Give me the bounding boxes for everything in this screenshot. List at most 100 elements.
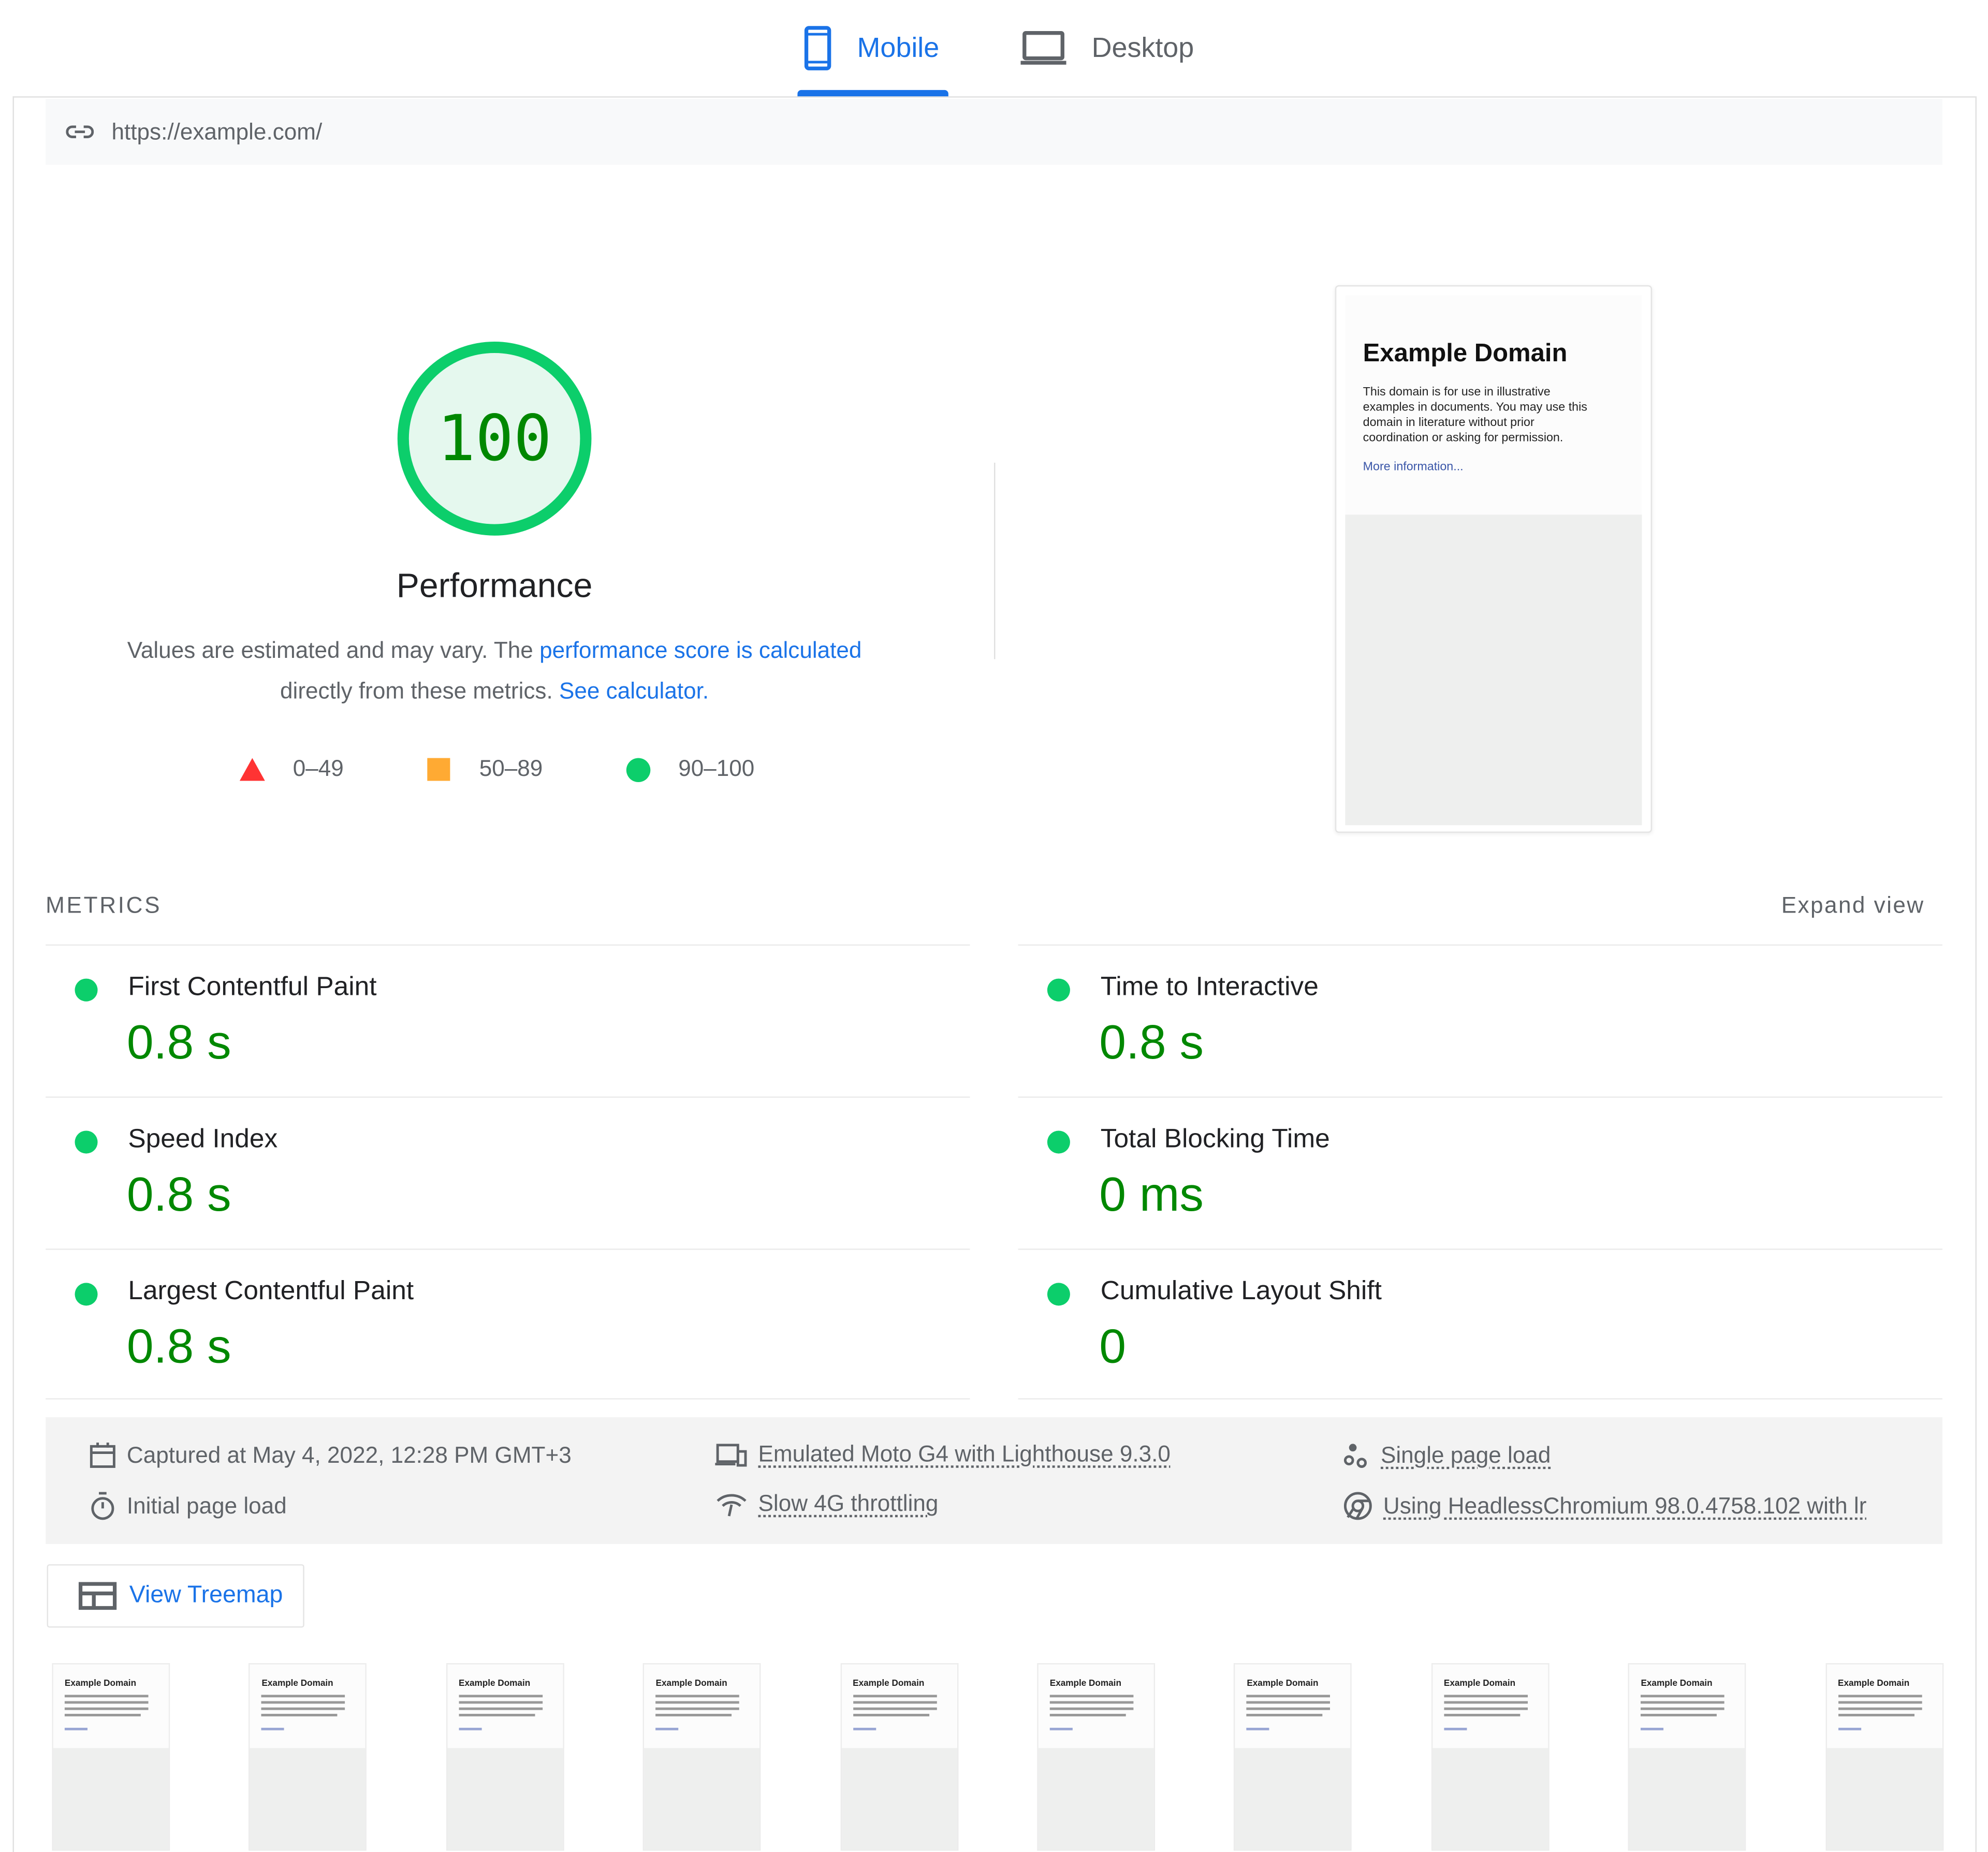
active-tab-indicator bbox=[797, 90, 948, 97]
metric-item: Total Blocking Time 0 ms bbox=[1018, 1096, 1942, 1248]
screenshot-link: More information... bbox=[1363, 460, 1464, 474]
metric-item: Speed Index 0.8 s bbox=[46, 1096, 970, 1248]
metric-label: Speed Index bbox=[128, 1124, 278, 1154]
filmstrip-frame: Example Domain bbox=[643, 1663, 761, 1851]
metric-value: 0 ms bbox=[1099, 1168, 1204, 1222]
top-border bbox=[12, 96, 1976, 98]
metric-value: 0.8 s bbox=[126, 1168, 231, 1222]
calendar-icon bbox=[90, 1442, 115, 1468]
browser-info[interactable]: Using HeadlessChromium 98.0.4758.102 wit… bbox=[1342, 1491, 1866, 1521]
captured-text: Captured at May 4, 2022, 12:28 PM GMT+3 bbox=[126, 1442, 572, 1467]
phone-icon bbox=[804, 26, 831, 70]
expand-view-toggle[interactable]: Expand view bbox=[1781, 892, 1925, 919]
score-calculated-link[interactable]: performance score is calculated bbox=[539, 638, 861, 663]
metric-value: 0.8 s bbox=[126, 1320, 231, 1374]
filmstrip-frame: Example Domain bbox=[1628, 1663, 1746, 1851]
score-description: Values are estimated and may vary. The p… bbox=[51, 630, 938, 711]
frame-title: Example Domain bbox=[64, 1679, 137, 1689]
metric-value: 0.8 s bbox=[126, 1017, 231, 1070]
filmstrip-frame: Example Domain bbox=[52, 1663, 170, 1851]
desc-text-1: Values are estimated and may vary. The bbox=[127, 637, 540, 663]
frame-title: Example Domain bbox=[459, 1679, 531, 1689]
metrics-bottom-border-left bbox=[46, 1398, 970, 1400]
pass-dot-icon bbox=[75, 1283, 98, 1306]
url-bar: https://example.com/ bbox=[46, 99, 1942, 165]
metrics-bottom-border-right bbox=[1018, 1398, 1942, 1400]
session-info[interactable]: Single page load bbox=[1342, 1442, 1551, 1469]
pass-circle-icon bbox=[626, 758, 651, 783]
single-session-icon bbox=[1343, 1444, 1367, 1468]
metric-value: 0 bbox=[1099, 1320, 1127, 1374]
screenshot-title: Example Domain bbox=[1363, 340, 1568, 368]
metric-item: Cumulative Layout Shift 0 bbox=[1018, 1248, 1942, 1401]
filmstrip-frame: Example Domain bbox=[248, 1663, 367, 1851]
run-info-panel: Captured at May 4, 2022, 12:28 PM GMT+3 … bbox=[46, 1417, 1942, 1544]
filmstrip-frame: Example Domain bbox=[1037, 1663, 1156, 1851]
metric-label: First Contentful Paint bbox=[128, 972, 377, 1002]
legend-pass: 90–100 bbox=[678, 755, 755, 781]
metric-item: First Contentful Paint 0.8 s bbox=[46, 944, 970, 1097]
metric-item: Time to Interactive 0.8 s bbox=[1018, 944, 1942, 1097]
final-screenshot[interactable]: Example Domain This domain is for use in… bbox=[1335, 285, 1653, 833]
filmstrip-frame: Example Domain bbox=[840, 1663, 958, 1851]
pass-dot-icon bbox=[1047, 1130, 1070, 1154]
view-treemap-label: View Treemap bbox=[129, 1582, 283, 1609]
tab-mobile[interactable]: Mobile bbox=[804, 23, 940, 74]
desc-text-2: directly from these metrics. bbox=[280, 678, 559, 704]
frame-title: Example Domain bbox=[853, 1679, 925, 1689]
filmstrip-frame: Example Domain bbox=[1825, 1663, 1943, 1851]
tab-desktop-label: Desktop bbox=[1091, 32, 1194, 64]
frame-title: Example Domain bbox=[261, 1679, 333, 1689]
pass-dot-icon bbox=[75, 978, 98, 1002]
legend-fail: 0–49 bbox=[293, 755, 344, 781]
signal-icon bbox=[717, 1493, 747, 1516]
pass-dot-icon bbox=[1047, 978, 1070, 1002]
treemap-icon bbox=[78, 1582, 117, 1610]
laptop-icon bbox=[1020, 31, 1066, 65]
filmstrip-frame: Example Domain bbox=[1234, 1663, 1352, 1851]
browser-text[interactable]: Using HeadlessChromium 98.0.4758.102 wit… bbox=[1383, 1493, 1867, 1519]
fail-triangle-icon bbox=[239, 758, 265, 781]
tab-mobile-label: Mobile bbox=[857, 32, 940, 64]
legend-average: 50–89 bbox=[479, 755, 543, 781]
right-border bbox=[1975, 96, 1977, 1852]
filmstrip-frame: Example Domain bbox=[1431, 1663, 1550, 1851]
divider bbox=[994, 462, 996, 659]
frame-title: Example Domain bbox=[1838, 1679, 1910, 1689]
tab-desktop[interactable]: Desktop bbox=[1020, 23, 1194, 74]
link-icon bbox=[66, 125, 94, 138]
devices-icon bbox=[715, 1443, 747, 1466]
url-text: https://example.com/ bbox=[111, 118, 323, 144]
average-square-icon bbox=[427, 758, 450, 781]
pass-dot-icon bbox=[1047, 1283, 1070, 1306]
score-title: Performance bbox=[396, 566, 593, 605]
throttling-info[interactable]: Slow 4G throttling bbox=[715, 1491, 938, 1517]
metric-value: 0.8 s bbox=[1099, 1017, 1204, 1070]
captured-info: Captured at May 4, 2022, 12:28 PM GMT+3 bbox=[89, 1442, 572, 1469]
metric-label: Time to Interactive bbox=[1100, 972, 1319, 1002]
left-border bbox=[12, 96, 14, 1852]
filmstrip-frame: Example Domain bbox=[446, 1663, 564, 1851]
screenshot-body: This domain is for use in illustrative e… bbox=[1363, 385, 1587, 445]
frame-title: Example Domain bbox=[1641, 1679, 1713, 1689]
score-value: 100 bbox=[437, 402, 552, 476]
frame-title: Example Domain bbox=[1443, 1679, 1516, 1689]
pass-dot-icon bbox=[75, 1130, 98, 1154]
view-treemap-button[interactable]: View Treemap bbox=[47, 1564, 304, 1628]
throttling-text[interactable]: Slow 4G throttling bbox=[758, 1491, 939, 1517]
frame-title: Example Domain bbox=[1247, 1679, 1319, 1689]
chrome-icon bbox=[1343, 1492, 1372, 1520]
device-info[interactable]: Emulated Moto G4 with Lighthouse 9.3.0 bbox=[715, 1442, 1171, 1468]
metrics-heading: METRICS bbox=[46, 892, 162, 918]
initial-load-text: Initial page load bbox=[126, 1492, 287, 1518]
metric-label: Total Blocking Time bbox=[1100, 1124, 1330, 1154]
session-text[interactable]: Single page load bbox=[1381, 1442, 1551, 1468]
initial-load-info: Initial page load bbox=[89, 1491, 287, 1521]
device-text[interactable]: Emulated Moto G4 with Lighthouse 9.3.0 bbox=[758, 1442, 1171, 1468]
metric-item: Largest Contentful Paint 0.8 s bbox=[46, 1248, 970, 1401]
frame-title: Example Domain bbox=[655, 1679, 727, 1689]
see-calculator-link[interactable]: See calculator. bbox=[559, 678, 709, 703]
timer-icon bbox=[91, 1492, 114, 1520]
metric-label: Cumulative Layout Shift bbox=[1100, 1276, 1382, 1306]
frame-title: Example Domain bbox=[1049, 1679, 1121, 1689]
